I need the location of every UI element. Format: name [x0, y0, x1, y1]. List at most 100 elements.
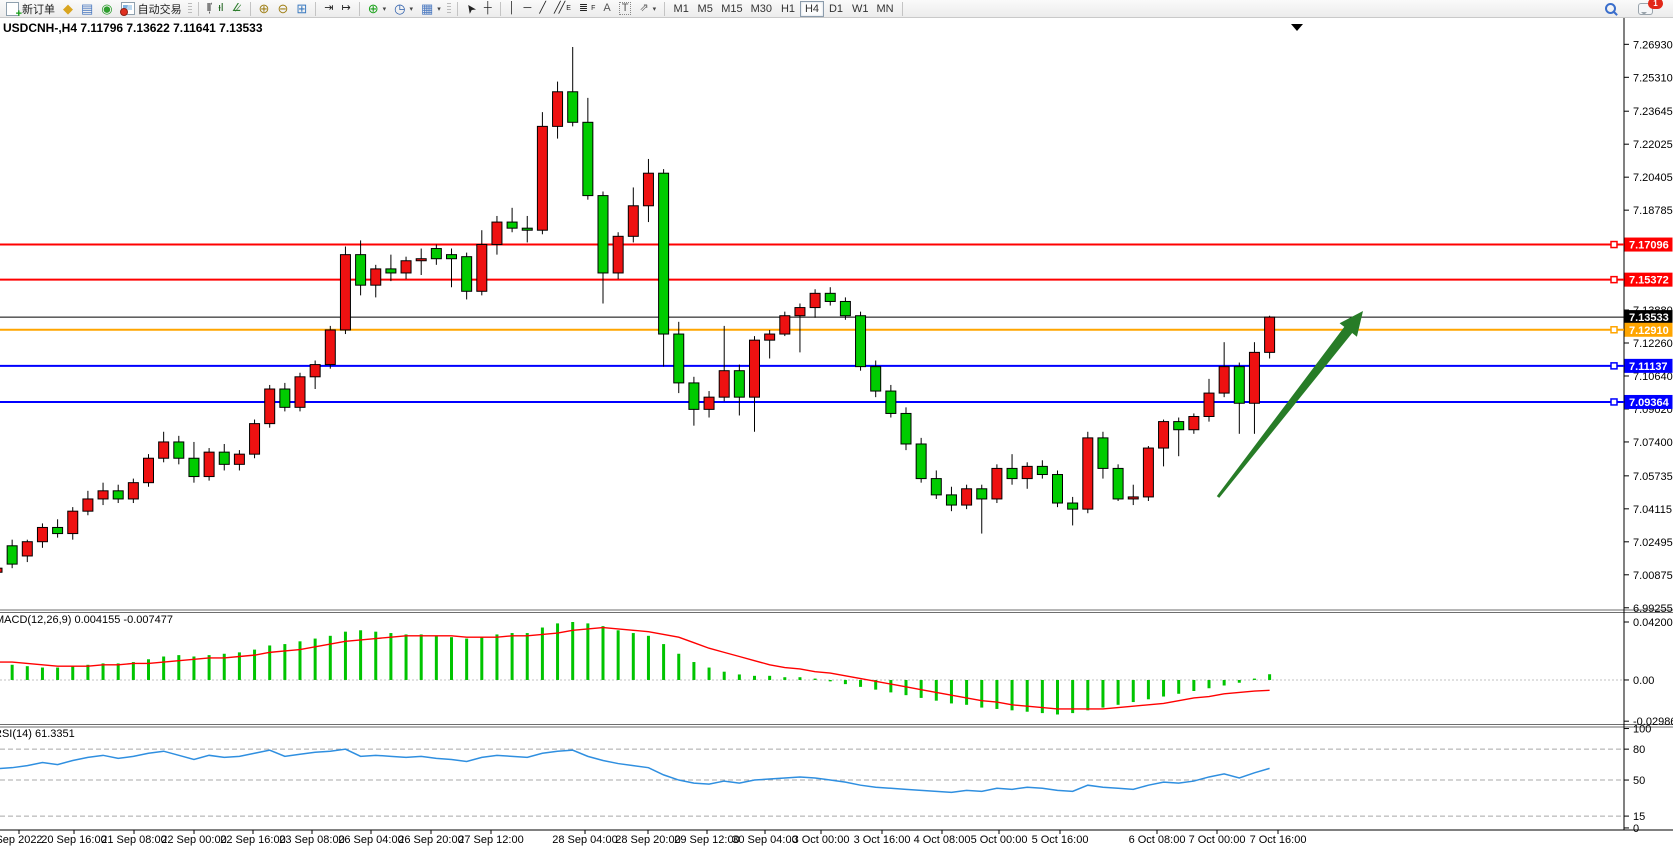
- candle[interactable]: [325, 330, 335, 365]
- candle[interactable]: [1083, 438, 1093, 509]
- candle[interactable]: [568, 92, 578, 123]
- candle[interactable]: [310, 365, 320, 377]
- candle[interactable]: [1068, 503, 1078, 509]
- candle[interactable]: [295, 377, 305, 408]
- tile-windows-button[interactable]: ⊞: [292, 1, 311, 17]
- candle[interactable]: [492, 222, 502, 244]
- candle[interactable]: [522, 228, 532, 230]
- timeframe-d1-button[interactable]: D1: [824, 1, 848, 17]
- candle[interactable]: [901, 413, 911, 444]
- candle[interactable]: [1128, 497, 1138, 499]
- candle[interactable]: [810, 293, 820, 307]
- candle[interactable]: [704, 397, 714, 409]
- candle[interactable]: [219, 452, 229, 464]
- timeframe-m15-button[interactable]: M15: [717, 1, 746, 17]
- candle[interactable]: [946, 495, 956, 505]
- timeframe-m5-button[interactable]: M5: [693, 1, 717, 17]
- candle[interactable]: [22, 542, 32, 556]
- candle[interactable]: [174, 442, 184, 458]
- candle[interactable]: [674, 334, 684, 383]
- candle[interactable]: [765, 334, 775, 340]
- periods-button[interactable]: ◷▾: [390, 1, 417, 17]
- candle[interactable]: [1159, 422, 1169, 448]
- bar-chart-button[interactable]: ǀ̩ǀ̍: [203, 1, 215, 17]
- candle[interactable]: [401, 261, 411, 273]
- candle[interactable]: [628, 206, 638, 237]
- candle[interactable]: [1219, 367, 1229, 393]
- timeframe-m1-button[interactable]: M1: [669, 1, 693, 17]
- candle[interactable]: [1234, 367, 1244, 404]
- candle[interactable]: [113, 491, 123, 499]
- zoom-in-button[interactable]: ⊕: [255, 1, 274, 17]
- new-order-button[interactable]: 新订单: [2, 1, 59, 17]
- candle[interactable]: [583, 122, 593, 195]
- trendline-button[interactable]: ╱: [535, 1, 550, 17]
- candle[interactable]: [1265, 317, 1275, 352]
- candle[interactable]: [1113, 468, 1123, 499]
- candle[interactable]: [1189, 416, 1199, 429]
- candle[interactable]: [340, 255, 350, 330]
- candle[interactable]: [962, 489, 972, 505]
- text-label-button[interactable]: T: [615, 1, 636, 17]
- candle[interactable]: [507, 222, 517, 228]
- arrows-button[interactable]: ⇗▾: [635, 1, 660, 17]
- candle[interactable]: [856, 316, 866, 367]
- timeframe-m30-button[interactable]: M30: [747, 1, 776, 17]
- candle[interactable]: [250, 424, 260, 455]
- candle[interactable]: [659, 173, 669, 334]
- candle[interactable]: [1143, 448, 1153, 497]
- candle[interactable]: [98, 491, 108, 499]
- signals-button[interactable]: ◉: [97, 1, 116, 17]
- hline-handle[interactable]: [1611, 242, 1617, 248]
- candle[interactable]: [1204, 393, 1214, 416]
- hline-handle[interactable]: [1611, 277, 1617, 283]
- zoom-out-button[interactable]: ⊖: [273, 1, 292, 17]
- chart-area[interactable]: 7.269307.253107.236457.220257.204057.187…: [0, 18, 1673, 846]
- candle[interactable]: [840, 301, 850, 315]
- candle[interactable]: [189, 458, 199, 476]
- candle[interactable]: [886, 391, 896, 413]
- candle[interactable]: [68, 511, 78, 533]
- candle[interactable]: [1053, 475, 1063, 504]
- candle[interactable]: [992, 468, 1002, 499]
- candle[interactable]: [0, 568, 2, 572]
- candle[interactable]: [553, 92, 563, 127]
- candle[interactable]: [795, 308, 805, 316]
- crosshair-button[interactable]: ┼: [480, 1, 496, 17]
- candle[interactable]: [280, 389, 290, 407]
- candle[interactable]: [356, 255, 366, 286]
- trend-arrow-object[interactable]: [1217, 311, 1363, 498]
- candle[interactable]: [977, 489, 987, 499]
- fibonacci-button[interactable]: ≣F: [575, 1, 600, 17]
- candle[interactable]: [37, 527, 47, 541]
- timeframe-h1-button[interactable]: H1: [776, 1, 800, 17]
- candle[interactable]: [371, 269, 381, 285]
- hline-handle[interactable]: [1611, 327, 1617, 333]
- candle[interactable]: [537, 126, 547, 230]
- candle[interactable]: [234, 454, 244, 464]
- monitor-button[interactable]: ▤: [77, 1, 97, 17]
- candle[interactable]: [825, 293, 835, 301]
- search-button[interactable]: [1601, 1, 1620, 17]
- candle[interactable]: [144, 458, 154, 482]
- timeframe-h4-button[interactable]: H4: [800, 1, 824, 17]
- candlestick-chart-button[interactable]: ᵻǀ: [214, 1, 227, 17]
- hline-handle[interactable]: [1611, 399, 1617, 405]
- candle[interactable]: [613, 236, 623, 273]
- book-button[interactable]: ◆: [59, 1, 77, 17]
- candle[interactable]: [416, 259, 426, 261]
- templates-button[interactable]: ▦▾: [417, 1, 445, 17]
- chart-shift-button[interactable]: ↦: [337, 1, 354, 17]
- candle[interactable]: [1007, 468, 1017, 478]
- hline-handle[interactable]: [1611, 363, 1617, 369]
- candle[interactable]: [1249, 352, 1259, 403]
- candle[interactable]: [598, 196, 608, 273]
- candle[interactable]: [447, 255, 457, 259]
- candle[interactable]: [462, 257, 472, 292]
- candle[interactable]: [204, 452, 214, 476]
- candle[interactable]: [7, 546, 17, 564]
- horizontal-line-button[interactable]: ─: [520, 1, 536, 17]
- notifications-button[interactable]: 1: [1634, 1, 1657, 17]
- indicators-button[interactable]: ⊕▾: [364, 1, 390, 17]
- auto-trading-button[interactable]: 自动交易: [117, 1, 186, 17]
